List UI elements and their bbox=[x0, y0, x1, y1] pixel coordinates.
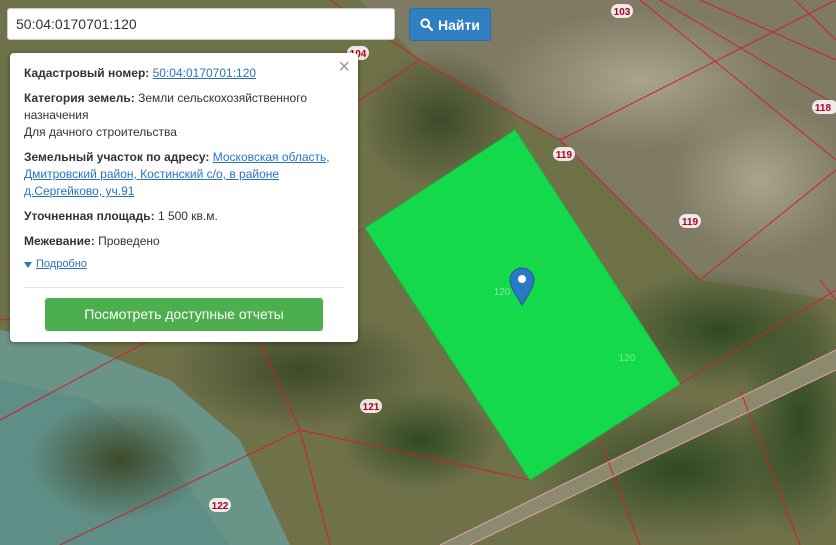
svg-text:119: 119 bbox=[556, 150, 573, 161]
area-label: Уточненная площадь: bbox=[24, 209, 155, 223]
cadastral-label: Кадастровый номер: bbox=[24, 66, 150, 80]
category-value-cont: назначения bbox=[24, 108, 89, 122]
view-reports-button[interactable]: Посмотреть доступные отчеты bbox=[45, 298, 323, 331]
search-icon bbox=[420, 18, 434, 31]
svg-text:119: 119 bbox=[682, 217, 699, 228]
parcel-label-122: 122 bbox=[209, 498, 231, 512]
land-use-value: Для дачного строительства bbox=[24, 125, 177, 139]
parcel-label-119a: 119 bbox=[553, 147, 575, 161]
address-row: Земельный участок по адресу: Московская … bbox=[24, 149, 344, 200]
area-value: 1 500 кв.м. bbox=[157, 209, 218, 223]
svg-text:103: 103 bbox=[614, 7, 631, 18]
svg-text:120: 120 bbox=[619, 353, 636, 364]
more-details-label[interactable]: Подробно bbox=[36, 256, 87, 273]
parcel-info-popup: × Кадастровый номер: 50:04:0170701:120 К… bbox=[10, 53, 358, 342]
svg-text:120: 120 bbox=[494, 287, 511, 298]
parcel-label-118: 118 bbox=[812, 100, 836, 114]
survey-label: Межевание: bbox=[24, 234, 95, 248]
parcel-label-103: 103 bbox=[611, 4, 633, 18]
svg-text:122: 122 bbox=[212, 501, 229, 512]
search-button-label: Найти bbox=[438, 16, 480, 33]
popup-divider bbox=[24, 287, 344, 288]
survey-row: Межевание: Проведено bbox=[24, 233, 344, 250]
parcel-label-121: 121 bbox=[360, 399, 382, 413]
search-button[interactable]: Найти bbox=[409, 8, 491, 41]
category-row: Категория земель: Земли сельскохозяйстве… bbox=[24, 90, 344, 141]
survey-value: Проведено bbox=[98, 234, 160, 248]
cadastral-row: Кадастровый номер: 50:04:0170701:120 bbox=[24, 65, 344, 82]
close-icon[interactable]: × bbox=[338, 57, 350, 77]
address-link-2[interactable]: Дмитровский район, Костинский с/о, в рай… bbox=[24, 167, 279, 181]
address-label: Земельный участок по адресу: bbox=[24, 150, 210, 164]
caret-down-icon bbox=[24, 261, 32, 268]
search-input[interactable]: 50:04:0170701:120 bbox=[7, 8, 395, 40]
svg-text:121: 121 bbox=[363, 402, 380, 413]
address-link-1[interactable]: Московская область, bbox=[213, 150, 330, 164]
address-link-3[interactable]: д.Сергейково, уч.91 bbox=[24, 184, 134, 198]
area-row: Уточненная площадь: 1 500 кв.м. bbox=[24, 208, 344, 225]
category-label: Категория земель: bbox=[24, 91, 135, 105]
parcel-label-120b: 120 bbox=[619, 353, 636, 364]
category-value: Земли сельскохозяйственного bbox=[138, 91, 308, 105]
cadastral-link[interactable]: 50:04:0170701:120 bbox=[153, 66, 256, 80]
parcel-label-120a: 120 bbox=[494, 287, 511, 298]
more-details-link[interactable]: Подробно bbox=[24, 256, 344, 273]
svg-text:118: 118 bbox=[815, 103, 832, 114]
parcel-label-119b: 119 bbox=[679, 214, 701, 228]
